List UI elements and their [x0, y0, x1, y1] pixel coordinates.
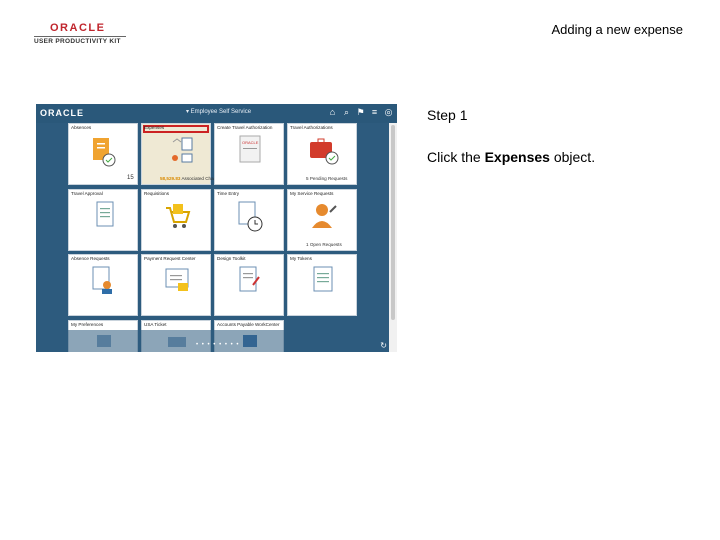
tile-my-service-requests[interactable]: My Service Requests 1 Open Requests [287, 188, 357, 251]
tile-label: Expenses [144, 125, 165, 130]
tile-label: Accounts Payable WorkCenter [217, 321, 280, 327]
instruction-target: Expenses [484, 149, 550, 165]
oracle-upk-logo: ORACLE USER PRODUCTIVITY KIT [34, 22, 126, 48]
svg-text:ORACLE: ORACLE [242, 140, 259, 145]
tile-illustration-icon [92, 266, 112, 294]
tile-absences[interactable]: Absences 15 [68, 123, 138, 185]
tile-badge: 15 [127, 175, 134, 181]
tile-label: Time Entry [217, 190, 240, 196]
step-instruction: Click the Expenses object. [427, 149, 595, 165]
tile-illustration-icon [239, 266, 260, 292]
bottom-overlay [36, 330, 389, 352]
tile-payment-request-center[interactable]: Payment Request Center [141, 254, 211, 316]
tile-label: Travel Authorizations [290, 125, 333, 130]
tile-label: Requisitions [144, 190, 170, 196]
tile-label: Travel Approval [71, 190, 103, 196]
step-title: Step 1 [427, 107, 468, 123]
tile-label: Create Travel Authorization [217, 125, 273, 130]
flag-icon[interactable]: ⚑ [356, 108, 365, 117]
tile-illustration-icon [165, 268, 189, 291]
tile-amount: 58,529.83 [160, 176, 181, 181]
header-actions: ⌂ ⌕ ⚑ ≡ ◎ [328, 108, 393, 117]
app-brand: ORACLE [40, 108, 84, 118]
tile-label: My Service Requests [290, 190, 334, 196]
tile-label: Absence Requests [71, 256, 110, 261]
app-header-bar: ORACLE ▾ Employee Self Service ⌂ ⌕ ⚑ ≡ ◎ [36, 104, 397, 123]
scroll-thumb[interactable] [391, 125, 395, 320]
tile-design-toolkit[interactable]: Design Toolkit [214, 254, 284, 316]
tile-illustration-icon [238, 201, 263, 231]
tile-time-entry[interactable]: Time Entry [214, 188, 284, 251]
logo-divider [34, 36, 126, 37]
instruction-suffix: object. [549, 149, 596, 165]
search-icon[interactable]: ⌕ [342, 108, 351, 117]
document-title: Adding a new expense [551, 22, 683, 37]
page-indicator[interactable]: • • • • • • • • [196, 342, 239, 348]
tile-travel-authorizations[interactable]: Travel Authorizations 5 Pending Requests [287, 123, 357, 185]
tile-requisitions[interactable]: Requisitions [141, 188, 211, 251]
tile-illustration-icon [313, 266, 333, 292]
tile-illustration-icon: ORACLE [239, 135, 261, 163]
tile-label: My Tokens [290, 256, 312, 261]
tile-expenses[interactable]: Expenses 58,529.83 Associated Charges [141, 123, 223, 185]
logo-brand: ORACLE [50, 22, 106, 34]
tile-label: Design Toolkit [217, 256, 246, 261]
tile-illustration-icon [166, 203, 191, 228]
application-screenshot: ORACLE ▾ Employee Self Service ⌂ ⌕ ⚑ ≡ ◎… [36, 104, 397, 352]
tile-label: Absences [71, 125, 92, 130]
tile-absence-requests[interactable]: Absence Requests [68, 254, 138, 316]
home-icon[interactable]: ⌂ [328, 108, 337, 117]
refresh-icon[interactable]: ↻ [380, 341, 387, 350]
tile-travel-approval[interactable]: Travel Approval [68, 188, 138, 251]
compass-icon[interactable]: ◎ [384, 108, 393, 117]
tile-badge: 5 Pending Requests [306, 176, 348, 181]
tile-illustration-icon [96, 201, 114, 226]
tile-label: My Preferences [71, 321, 104, 327]
menu-icon[interactable]: ≡ [370, 108, 379, 117]
tile-label: Payment Request Center [144, 256, 196, 261]
tile-create-travel-authorization[interactable]: ORACLE Create Travel Authorization [214, 123, 284, 185]
instruction-prefix: Click the [427, 149, 485, 165]
homepage-selector[interactable]: ▾ Employee Self Service [186, 108, 251, 115]
scrollbar[interactable] [389, 123, 397, 352]
tile-label: USA Ticket [144, 321, 167, 327]
logo-product: USER PRODUCTIVITY KIT [34, 38, 121, 45]
tile-badge: 1 Open Requests [306, 241, 342, 247]
tile-my-tokens[interactable]: My Tokens [287, 254, 357, 316]
